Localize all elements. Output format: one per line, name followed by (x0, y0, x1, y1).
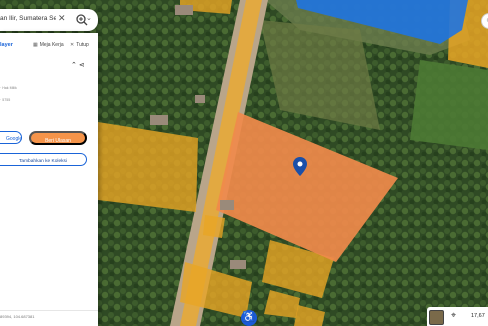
search-bar[interactable]: an Ilir, Sumatera Sela ✕ ⌄ (0, 9, 98, 31)
close-icon: ✕ (70, 42, 75, 48)
tab-tutup-label: Tutup (76, 42, 89, 48)
share-icon[interactable]: ⋖ (79, 62, 85, 69)
zoom-level: 17,67 (471, 313, 485, 319)
workspace-icon: ▦ (33, 42, 38, 48)
meta-line-1: · Hak Milik (0, 86, 17, 90)
tab-meja-kerja[interactable]: ▦ Meja Kerja (33, 42, 64, 48)
review-button[interactable]: Beri Ulasan (29, 131, 87, 145)
locate-icon[interactable]: ⌖ (451, 310, 456, 321)
map-controls: ⌖ 17,67 (427, 307, 488, 326)
detail-panel: layer ▦ Meja Kerja ✕ Tutup ⌃ ⋖ · Hak Milik… (0, 33, 98, 326)
google-button[interactable]: Google (0, 131, 22, 144)
add-to-collection-button[interactable]: Tambahkan ke Koleksi (0, 153, 87, 166)
tab-layer[interactable]: layer (0, 42, 13, 48)
search-query[interactable]: an Ilir, Sumatera Sela (0, 15, 56, 22)
close-icon[interactable]: ✕ (58, 13, 66, 24)
divider (0, 310, 98, 311)
accessibility-icon[interactable]: ♿ (241, 310, 257, 326)
panel-tabs: layer ▦ Meja Kerja ✕ Tutup (0, 35, 98, 55)
tab-tutup[interactable]: ✕ Tutup (70, 42, 89, 48)
chevron-down-icon[interactable]: ⌄ (86, 14, 92, 22)
layer-thumbnail[interactable] (429, 310, 444, 325)
tab-meja-label: Meja Kerja (39, 42, 64, 48)
parcel-yellow-small (203, 215, 225, 238)
coordinates-readout: 89394, 104.687381 (0, 314, 35, 319)
meta-line-2: · 5755 (0, 98, 11, 102)
panel-actions: ⌃ ⋖ (71, 61, 85, 69)
chevron-up-icon[interactable]: ⌃ (71, 62, 77, 69)
